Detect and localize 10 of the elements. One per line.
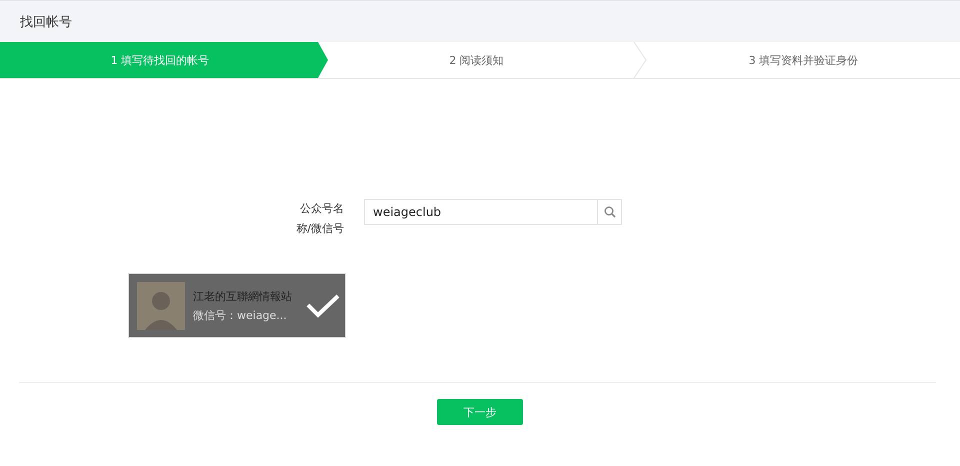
- page-title: 找回帐号: [20, 14, 72, 30]
- account-name: 江老的互聯網情報站: [193, 288, 292, 304]
- account-card[interactable]: 江老的互聯網情報站 微信号：weiage...: [128, 273, 346, 338]
- avatar-placeholder: [137, 282, 185, 330]
- search-field[interactable]: weiageclub: [364, 199, 598, 225]
- next-button[interactable]: 下一步: [437, 399, 523, 425]
- checkmark-icon: [305, 293, 341, 319]
- field-label: 公众号名称/微信号: [295, 201, 344, 237]
- account-id: 微信号：weiage...: [193, 308, 288, 322]
- search-icon[interactable]: [598, 199, 622, 225]
